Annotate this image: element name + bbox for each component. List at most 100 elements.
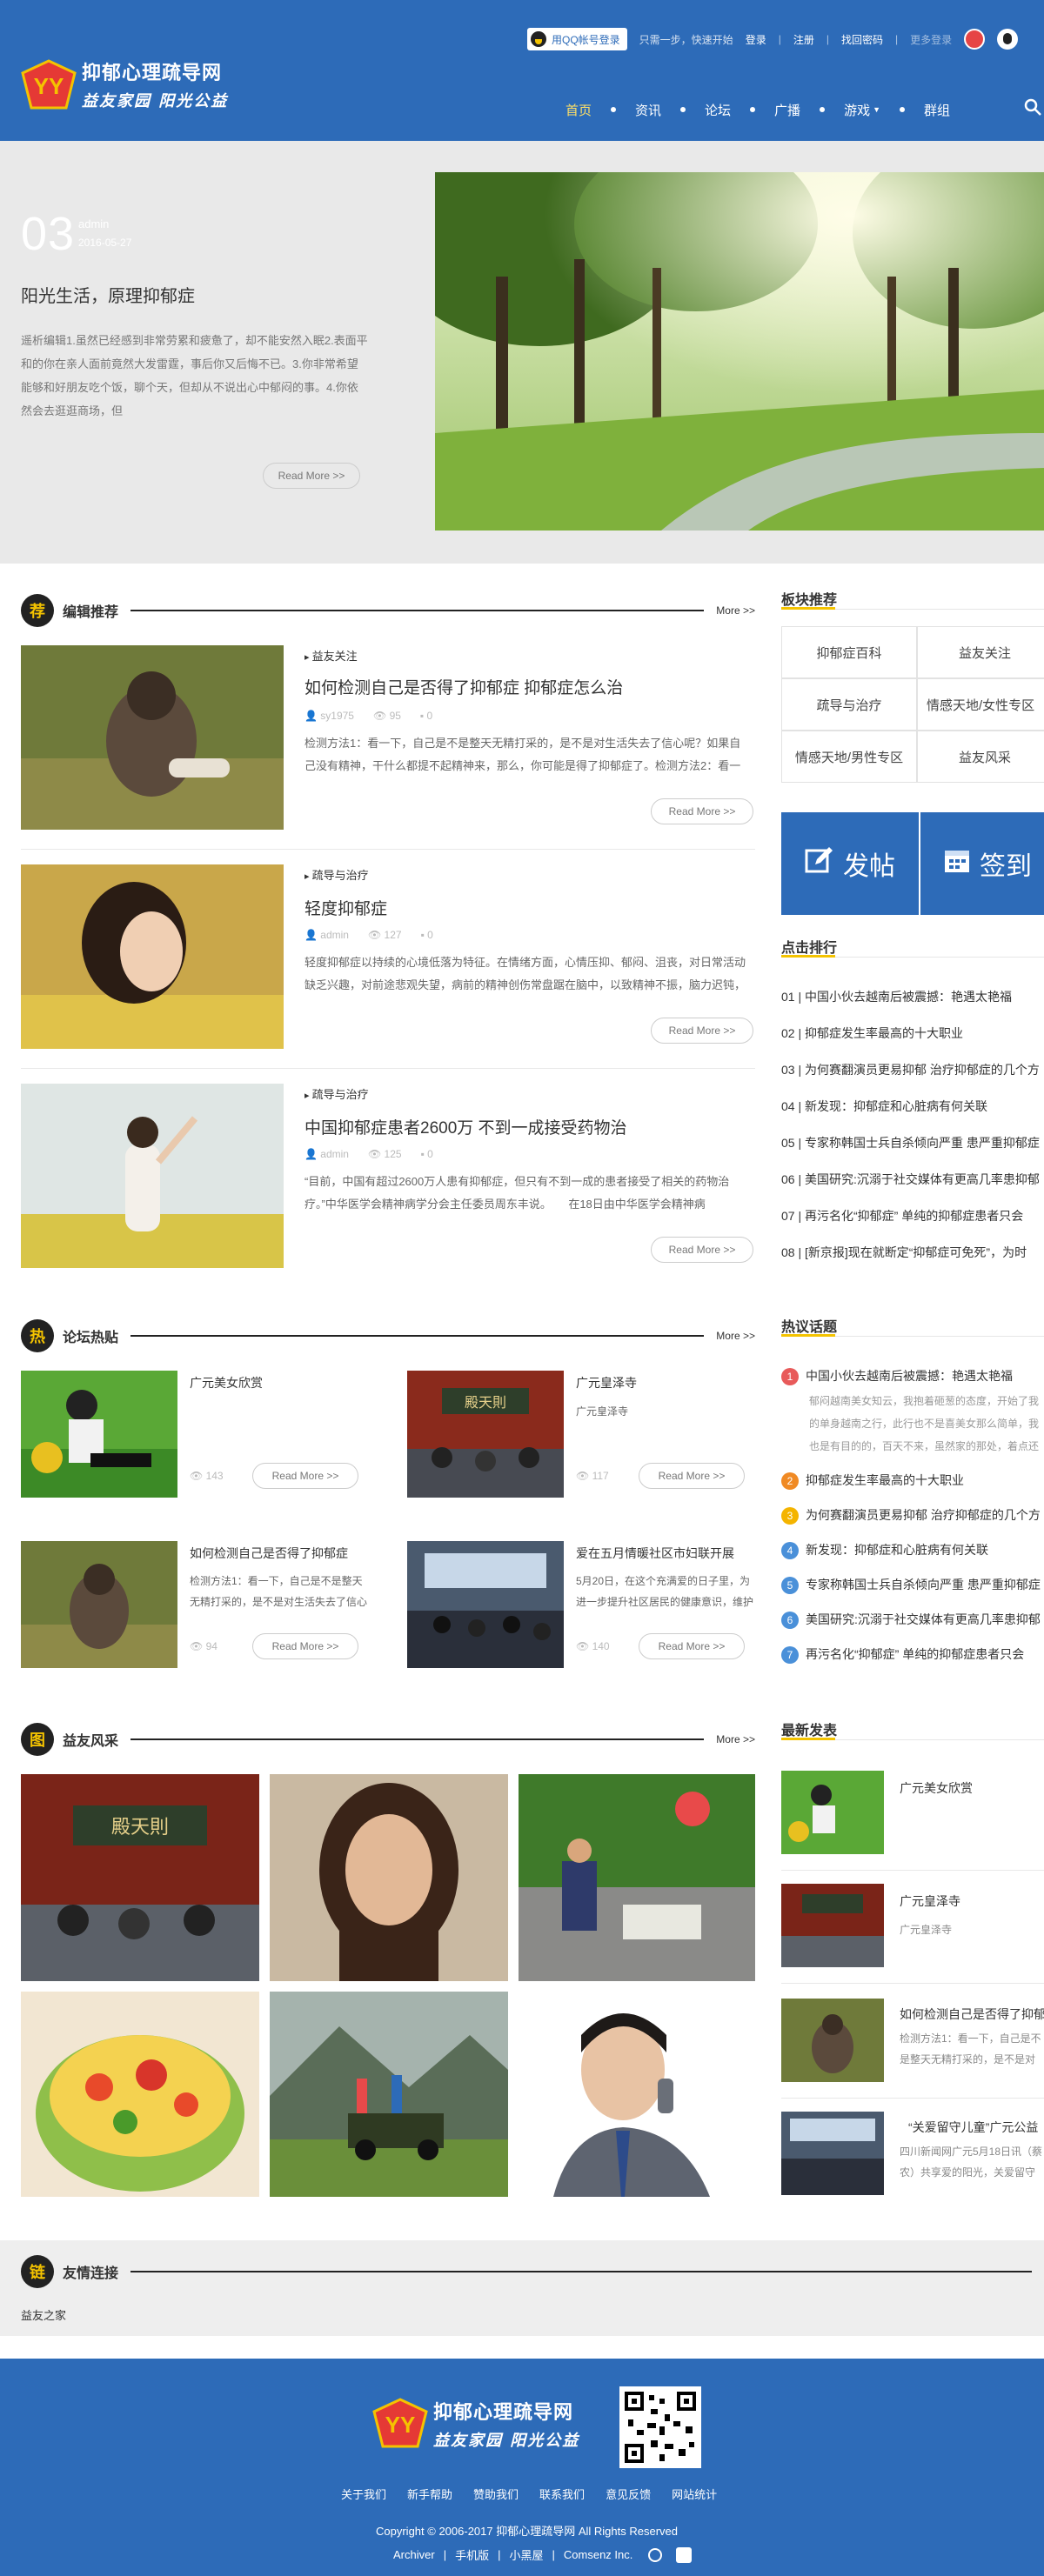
hero-title[interactable]: 阳光生活，原理抑郁症	[21, 282, 195, 307]
forum-item-3-title[interactable]: 如何检测自己是否得了抑郁症	[190, 1545, 372, 1562]
footer-logo[interactable]: YY 抑郁心理疏导网 益友家园 阳光公益	[372, 2397, 579, 2451]
forum-item-4-title[interactable]: 爱在五月情暖社区市妇联开展	[576, 1545, 759, 1562]
forum-item-3-image[interactable]	[21, 1541, 177, 1668]
block-depression-wiki[interactable]: 抑郁症百科	[781, 626, 917, 678]
login-link[interactable]: 登录	[746, 32, 766, 47]
forum-item-2-image[interactable]: 殿天則	[407, 1371, 564, 1498]
latest-item-4-image[interactable]	[781, 2112, 884, 2195]
forum-item-2-read-more-button[interactable]: Read More >>	[639, 1463, 745, 1489]
hot-item-5[interactable]: 5 专家称韩国士兵自杀倾向严重 患严重抑郁症	[781, 1576, 1044, 1594]
latest-item-1-title[interactable]: 广元美女欣赏	[900, 1779, 973, 1797]
hot-item-3[interactable]: 3 为何赛翻演员更易抑郁 治疗抑郁症的几个方	[781, 1506, 1044, 1525]
search-icon[interactable]	[1023, 97, 1042, 117]
forum-item-1-title[interactable]: 广元美女欣赏	[190, 1374, 263, 1391]
editor-item-1-image[interactable]	[21, 645, 284, 830]
forum-item-1-image[interactable]	[21, 1371, 177, 1498]
rank-item-6[interactable]: 06 | 美国研究:沉溺于社交媒体有更高几率患抑郁	[781, 1171, 1044, 1188]
hot-item-6[interactable]: 6 美国研究:沉溺于社交媒体有更高几率患抑郁	[781, 1611, 1044, 1629]
footer-link-feedback[interactable]: 意见反馈	[606, 2486, 651, 2502]
svg-text:殿天則: 殿天則	[111, 1817, 169, 1839]
site-logo[interactable]: YY 抑郁心理疏导网 益友家园 阳光公益	[21, 54, 238, 115]
nav-news[interactable]: 资讯	[623, 97, 673, 122]
nav-groups[interactable]: 群组	[912, 97, 962, 122]
gallery-image-fruit[interactable]	[21, 1992, 259, 2197]
editor-item-3-image[interactable]	[21, 1084, 284, 1268]
find-password-link[interactable]: 找回密码	[841, 32, 883, 47]
forum-item-1-read-more-button[interactable]: Read More >>	[252, 1463, 358, 1489]
editor-item-3-title[interactable]: 中国抑郁症患者2600万 不到一成接受药物治	[304, 1115, 740, 1138]
hot-item-2[interactable]: 2 抑郁症发生率最高的十大职业	[781, 1472, 1044, 1490]
footer-link-darkroom[interactable]: 小黑屋	[509, 2546, 543, 2563]
sign-in-button[interactable]: 签到	[920, 812, 1044, 915]
more-login-link[interactable]: 更多登录	[910, 32, 952, 47]
eye-icon: 👁	[190, 1470, 206, 1482]
forum-item-3-read-more-button[interactable]: Read More >>	[252, 1633, 358, 1659]
gallery-more-link[interactable]: More >>	[716, 1733, 755, 1745]
forum-item-4-image[interactable]	[407, 1541, 564, 1668]
hot-item-1[interactable]: 1 中国小伙去越南后被震撼：艳遇太艳福	[781, 1367, 1044, 1385]
hot-item-7[interactable]: 7 再污名化“抑郁症” 单纯的抑郁症患者只会	[781, 1645, 1044, 1664]
footer-link-comsenz[interactable]: Comsenz Inc.	[564, 2548, 632, 2561]
rank-item-1[interactable]: 01 | 中国小伙去越南后被震撼：艳遇太艳福	[781, 988, 1044, 1005]
latest-item-3-title[interactable]: 如何检测自己是否得了抑郁症	[900, 2005, 1044, 2023]
editor-item-2-title[interactable]: 轻度抑郁症	[304, 896, 740, 919]
editor-item-2-read-more-button[interactable]: Read More >>	[651, 1018, 753, 1044]
nav-home[interactable]: 首页	[553, 97, 604, 122]
editor-item-1-read-more-button[interactable]: Read More >>	[651, 798, 753, 824]
latest-item-2-image[interactable]	[781, 1884, 884, 1967]
editor-more-link[interactable]: More >>	[716, 604, 755, 617]
footer-link-stats[interactable]: 网站统计	[672, 2486, 717, 2502]
forum-section-header: 热 论坛热贴 More >>	[21, 1318, 755, 1353]
nav-forum[interactable]: 论坛	[693, 97, 743, 122]
footer-link-help[interactable]: 新手帮助	[407, 2486, 452, 2502]
forum-item-2-title[interactable]: 广元皇泽寺	[576, 1374, 637, 1391]
editor-item-1-category[interactable]: 益友关注	[304, 647, 358, 664]
latest-item-3-image[interactable]	[781, 1999, 884, 2082]
nav-games[interactable]: 游戏 ▼	[832, 97, 893, 122]
hero-forest-image[interactable]	[435, 172, 1044, 531]
register-link[interactable]: 注册	[793, 32, 814, 47]
gallery-image-portrait[interactable]	[270, 1774, 508, 1981]
license-badge-icon[interactable]	[676, 2546, 693, 2563]
editor-item-2-category[interactable]: 疏导与治疗	[304, 866, 369, 883]
gallery-image-jeep[interactable]	[270, 1992, 508, 2197]
rank-item-2[interactable]: 02 | 抑郁症发生率最高的十大职业	[781, 1024, 1044, 1042]
forum-more-link[interactable]: More >>	[716, 1330, 755, 1342]
rank-item-8[interactable]: 08 | [新京报]现在就断定“抑郁症可免死”，为时	[781, 1244, 1044, 1261]
footer-link-contact[interactable]: 联系我们	[539, 2486, 585, 2502]
editor-item-3-read-more-button[interactable]: Read More >>	[651, 1237, 753, 1263]
footer-link-archiver[interactable]: Archiver	[393, 2548, 435, 2561]
comment-icon: ▪	[419, 710, 427, 722]
gallery-image-temple[interactable]: 殿天則	[21, 1774, 259, 1981]
block-friend-care[interactable]: 益友关注	[917, 626, 1044, 678]
hero-read-more-button[interactable]: Read More >>	[263, 463, 360, 489]
friend-link-item[interactable]: 益友之家	[21, 2306, 66, 2323]
block-emotion-female[interactable]: 情感天地/女性专区	[917, 678, 1044, 731]
qq-login-button[interactable]: 用QQ帐号登录	[527, 28, 627, 50]
rank-item-5[interactable]: 05 | 专家称韩国士兵自杀倾向严重 患严重抑郁症	[781, 1134, 1044, 1151]
rank-item-7[interactable]: 07 | 再污名化“抑郁症” 单纯的抑郁症患者只会	[781, 1207, 1044, 1225]
footer-link-about[interactable]: 关于我们	[341, 2486, 386, 2502]
gallery-image-park[interactable]	[519, 1774, 755, 1981]
block-friend-gallery[interactable]: 益友风采	[917, 731, 1044, 783]
post-button[interactable]: 发帖	[781, 812, 919, 915]
editor-item-2-image[interactable]	[21, 864, 284, 1049]
latest-item-1-image[interactable]	[781, 1771, 884, 1854]
qq-circle-icon[interactable]	[997, 29, 1019, 50]
police-badge-icon[interactable]	[648, 2547, 663, 2562]
latest-item-2-title[interactable]: 广元皇泽寺	[900, 1892, 960, 1910]
weibo-login-icon[interactable]	[964, 29, 986, 50]
gallery-image-businessman[interactable]	[519, 1992, 755, 2197]
hot-item-4[interactable]: 4 新发现：抑郁症和心脏病有何关联	[781, 1541, 1044, 1559]
editor-item-3-category[interactable]: 疏导与治疗	[304, 1085, 369, 1102]
footer-link-sponsor[interactable]: 赞助我们	[473, 2486, 519, 2502]
block-emotion-male[interactable]: 情感天地/男性专区	[781, 731, 917, 783]
nav-broadcast[interactable]: 广播	[762, 97, 813, 122]
latest-item-4-title[interactable]: “关爱留守儿童”广元公益	[908, 2119, 1044, 2136]
rank-item-3[interactable]: 03 | 为何赛翻演员更易抑郁 治疗抑郁症的几个方	[781, 1061, 1044, 1078]
block-counseling[interactable]: 疏导与治疗	[781, 678, 917, 731]
forum-item-4-read-more-button[interactable]: Read More >>	[639, 1633, 745, 1659]
editor-item-1-title[interactable]: 如何检测自己是否得了抑郁症 抑郁症怎么治	[304, 675, 740, 698]
footer-link-mobile[interactable]: 手机版	[455, 2546, 489, 2563]
rank-item-4[interactable]: 04 | 新发现：抑郁症和心脏病有何关联	[781, 1098, 1044, 1115]
